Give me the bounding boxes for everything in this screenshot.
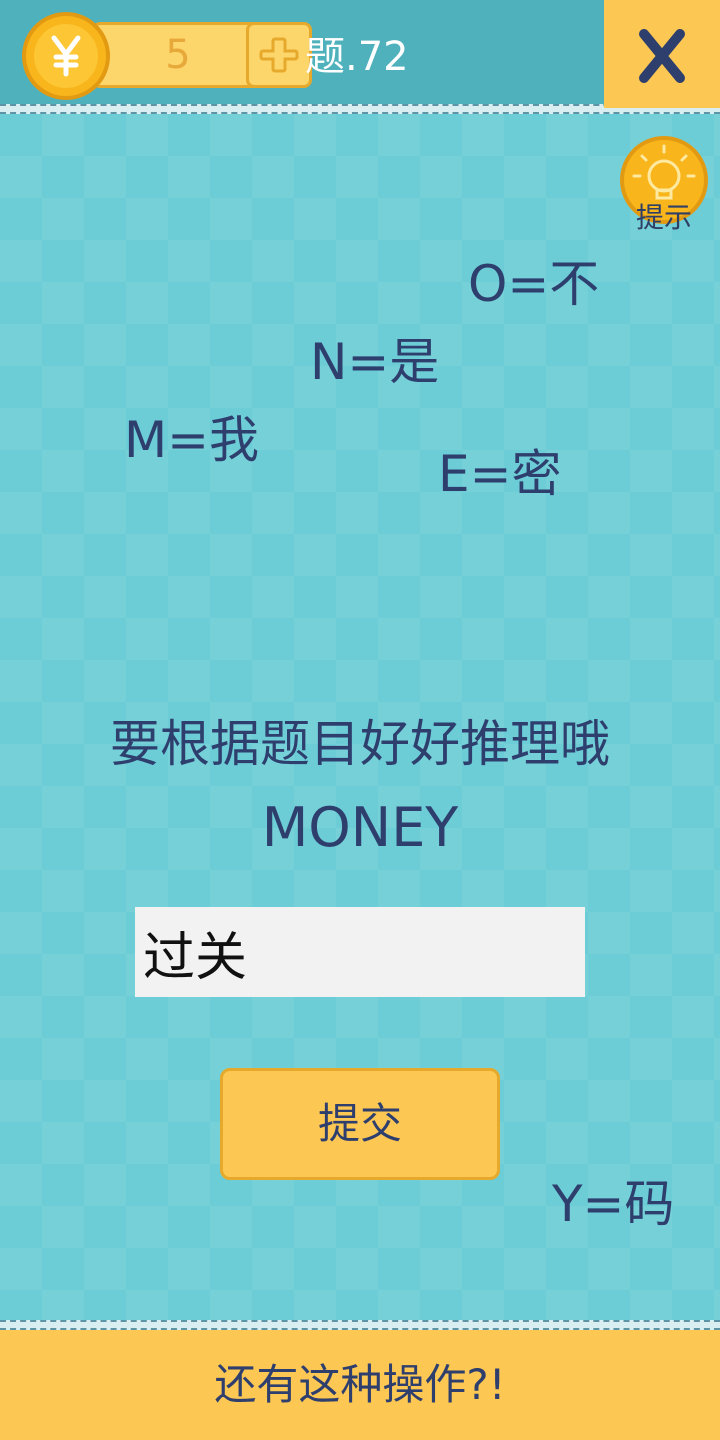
hint-label: 提示 (635, 201, 692, 234)
add-coins-button[interactable] (246, 22, 312, 88)
puzzle-prompt: 要根据题目好好推理哦 (110, 715, 610, 773)
yuan-coin-icon (22, 12, 110, 100)
clue-e: E=密 (438, 445, 562, 503)
bottom-bar-divider (0, 1320, 720, 1330)
level-label: 题.72 (305, 34, 409, 80)
close-icon (639, 29, 685, 83)
hint-banner[interactable]: 还有这种操作?! (0, 1330, 720, 1440)
close-button[interactable] (604, 0, 720, 108)
puzzle-word: MONEY (261, 796, 459, 859)
clue-o: O=不 (468, 255, 600, 313)
clue-m[interactable]: M=我 (124, 400, 259, 472)
clue-n: N=是 (310, 333, 440, 391)
answer-input[interactable] (135, 907, 585, 997)
clue-y: Y=码 (552, 1175, 675, 1233)
coin-count: 5 (165, 32, 191, 78)
submit-button[interactable]: 提交 (220, 1068, 500, 1180)
plus-icon (259, 37, 299, 73)
